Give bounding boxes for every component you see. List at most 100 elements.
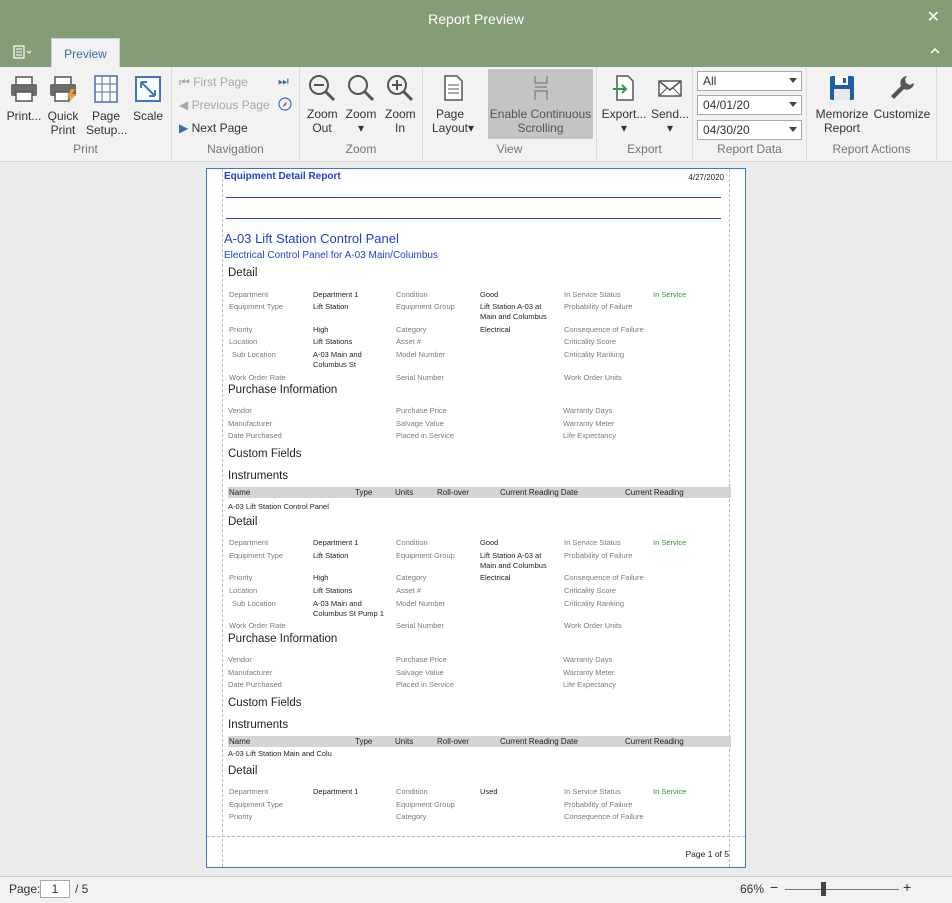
detail-heading-2: Detail [228,516,258,528]
priority-label: Priority [229,325,253,334]
tab-preview[interactable]: Preview [51,38,120,68]
category-label: Category [396,325,427,334]
continuous-scrolling-button[interactable]: Enable Continuous Scrolling [488,69,593,139]
category-label-2: Category [396,573,427,582]
start-date-dropdown-icon[interactable] [789,102,797,107]
criticality-score-label-2: Criticality Score [564,586,617,595]
priority-label-2: Priority [229,573,253,582]
memorize-report-label: Memorize Report [815,107,869,135]
vendor-label: Vendor [228,406,252,415]
consequence-of-failure-label-2: Consequence of Failure [564,573,644,582]
department-label-2: Department [229,538,269,547]
manufacturer-label: Manufacturer [228,419,273,428]
collapse-ribbon-icon[interactable] [930,44,940,58]
previous-page-button[interactable]: ◀ Previous Page [179,98,270,112]
page-number-input[interactable]: 1 [40,880,70,898]
send-button[interactable]: Send... ▾ [649,73,691,135]
start-date-combo[interactable]: 04/01/20 [697,95,802,115]
page-margin-guide-sides [222,169,730,867]
location-value-2: Lift Stations [313,586,353,595]
end-date-dropdown-icon[interactable] [789,127,797,132]
instrument-row-1: A-03 Lift Station Control Panel [228,502,329,511]
department-value-2: Department 1 [313,538,359,547]
preview-area[interactable]: Equipment Detail Report 4/27/2020 A-03 L… [0,162,952,876]
detail-heading: Detail [228,267,258,279]
next-page-icon: ▶ [179,121,189,135]
priority-value: High [313,325,329,334]
work-order-rate-label-2: Work Order Rate [229,621,286,630]
asset-no-label: Asset # [396,337,422,346]
zoom-slider-track[interactable] [785,889,899,890]
scale-button[interactable]: Scale [130,73,166,123]
print-button[interactable]: Print... [6,73,42,123]
col-units: Units [395,488,414,497]
zoom-out-icon-small[interactable]: − [770,879,778,895]
model-number-label-2: Model Number [396,599,446,608]
first-page-button[interactable]: ⏮ First Page [179,75,248,90]
serial-number-label: Serial Number [396,373,444,382]
filter-combo[interactable]: All [697,71,802,91]
first-page-icon: ⏮ [179,75,190,89]
col-rollover-2: Roll-over [437,737,470,746]
previous-page-icon: ◀ [179,98,189,112]
printer-icon [11,76,37,102]
work-order-rate-label: Work Order Rate [229,373,286,382]
page-layout-icon [444,75,463,101]
category-label-3: Category [396,812,427,821]
zoom-icon [348,75,375,102]
zoom-in-button[interactable]: Zoom In [381,73,419,135]
zoom-button[interactable]: Zoom ▾ [342,73,380,135]
filter-dropdown-icon[interactable] [789,78,797,83]
end-date-combo[interactable]: 04/30/20 [697,120,802,140]
app-menu-icon[interactable] [12,44,36,62]
equipment-description: Electrical Control Panel for A-03 Main/C… [224,250,438,261]
report-title: Equipment Detail Report [224,171,341,182]
col-name: Name [229,488,251,497]
report-data-group: All 04/01/20 04/30/20 Report Data [693,67,807,160]
title-bar: Report Preview ✕ [0,0,952,38]
customize-button[interactable]: Customize [871,73,933,121]
memorize-report-button[interactable]: Memorize Report [811,73,873,135]
category-value: Electrical [480,325,511,334]
page-setup-icon [94,75,118,103]
criticality-ranking-label: Criticality Ranking [564,350,625,359]
continuous-scrolling-label: Enable Continuous Scrolling [489,107,592,135]
location-value: Lift Stations [313,337,353,346]
navigate-compass-icon[interactable] [278,97,292,114]
purchase-heading-2: Purchase Information [228,633,338,645]
zoom-slider-thumb[interactable] [820,882,826,896]
col-name-2: Name [229,737,251,746]
zoom-out-button[interactable]: Zoom Out [303,73,341,135]
zoom-out-label: Zoom Out [307,107,338,135]
report-data-group-label: Report Data [717,142,782,156]
quick-print-button[interactable]: Quick Print [44,73,82,137]
export-group-label: Export [627,142,662,156]
col-units-2: Units [395,737,414,746]
col-reading-date: Current Reading Date [500,488,578,497]
asset-no-label-2: Asset # [396,586,422,595]
warranty-days-label-2: Warranty Days [563,655,613,664]
start-date-value: 04/01/20 [703,98,750,112]
purchase-heading: Purchase Information [228,384,338,396]
last-page-icon[interactable]: ⏭ [278,74,289,89]
wrench-icon [891,76,914,99]
window-title: Report Preview [428,11,524,27]
zoom-in-icon-small[interactable]: + [903,879,911,895]
next-page-button[interactable]: ▶ Next Page [179,121,248,135]
equipment-group-value-2: Lift Station A-03 at Main and Columbus [480,551,547,570]
zoom-out-icon [309,75,336,102]
page-setup-button[interactable]: Page Setup... [84,73,128,137]
purchase-price-label-2: Purchase Price [396,655,447,664]
page-layout-label: Page Layout [431,107,469,135]
col-rollover: Roll-over [437,488,470,497]
ribbon-tab-row: Preview [0,38,952,68]
page-total: / 5 [75,882,89,896]
view-group-label: View [496,142,523,156]
close-icon[interactable]: ✕ [927,0,940,36]
location-label-2: Location [229,586,258,595]
page-layout-button[interactable]: Page Layout▾ [427,73,479,135]
in-service-status-value-3: In Service [653,787,687,796]
export-button[interactable]: Export... ▾ [601,73,647,135]
in-service-status-label-3: In Service Status [564,787,621,796]
equipment-type-label-3: Equipment Type [229,800,284,809]
